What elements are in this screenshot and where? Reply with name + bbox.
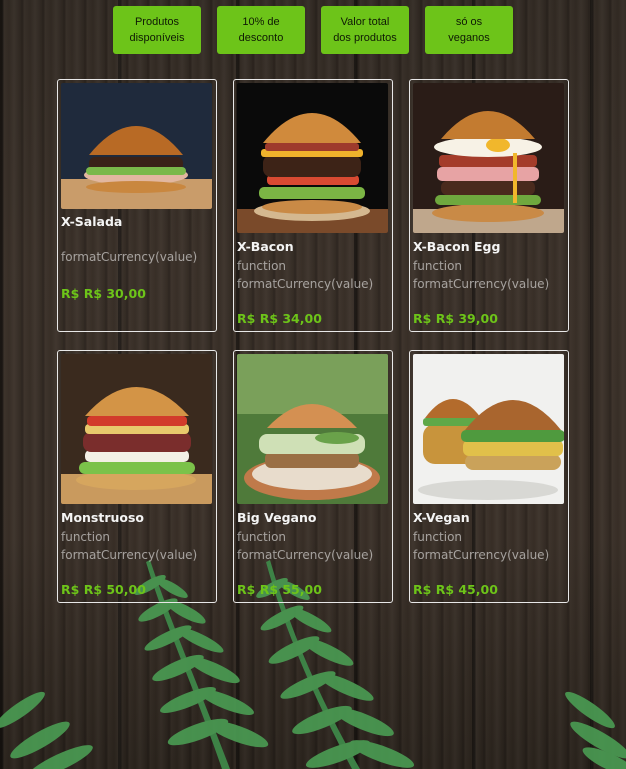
product-description: function formatCurrency(value) [237,530,374,562]
product-description: function formatCurrency(value) [237,259,374,291]
burger-image [61,354,212,504]
button-label: veganos [448,32,490,44]
product-price: R$ R$ 30,00 [61,286,146,301]
burger-image [61,83,212,209]
product-description: formatCurrency(value) [61,250,198,264]
available-products-button[interactable]: Produtos disponíveis [113,6,201,54]
product-card[interactable]: X-Salada formatCurrency(value) R$ R$ 30,… [57,79,217,332]
product-card[interactable]: X-Bacon function formatCurrency(value) R… [233,79,393,332]
product-name: X-Salada [61,214,123,229]
product-card[interactable]: Monstruoso function formatCurrency(value… [57,350,217,603]
product-name: X-Bacon Egg [413,239,501,254]
burger-image [237,354,388,504]
product-price: R$ R$ 39,00 [413,311,498,326]
button-label: disponíveis [129,32,185,44]
vegan-filter-button[interactable]: só os veganos [425,6,513,54]
button-label: dos produtos [333,32,397,44]
product-description: function formatCurrency(value) [61,530,198,562]
product-price: R$ R$ 50,00 [61,582,146,597]
product-name: X-Bacon [237,239,294,254]
product-description: function formatCurrency(value) [413,530,550,562]
product-price: R$ R$ 34,00 [237,311,322,326]
button-label: Produtos [134,16,179,28]
filter-bar: Produtos disponíveis 10% de desconto Valor… [0,6,626,54]
total-value-button[interactable]: Valor total dos produtos [321,6,409,54]
product-price: R$ R$ 55,00 [237,582,322,597]
product-name: X-Vegan [413,510,470,525]
burger-image [413,83,564,233]
product-description: function formatCurrency(value) [413,259,550,291]
product-price: R$ R$ 45,00 [413,582,498,597]
burger-image [413,354,564,504]
product-card[interactable]: X-Bacon Egg function formatCurrency(valu… [409,79,569,332]
discount-button[interactable]: 10% de desconto [217,6,305,54]
product-card[interactable]: X-Vegan function formatCurrency(value) R… [409,350,569,603]
burger-image [237,83,388,233]
button-label: só os [455,16,483,28]
button-label: Valor total [340,16,390,28]
button-label: 10% de [242,16,280,28]
product-card[interactable]: Big Vegano function formatCurrency(value… [233,350,393,603]
button-label: desconto [238,32,284,44]
product-name: Big Vegano [237,510,317,525]
product-name: Monstruoso [61,510,145,525]
